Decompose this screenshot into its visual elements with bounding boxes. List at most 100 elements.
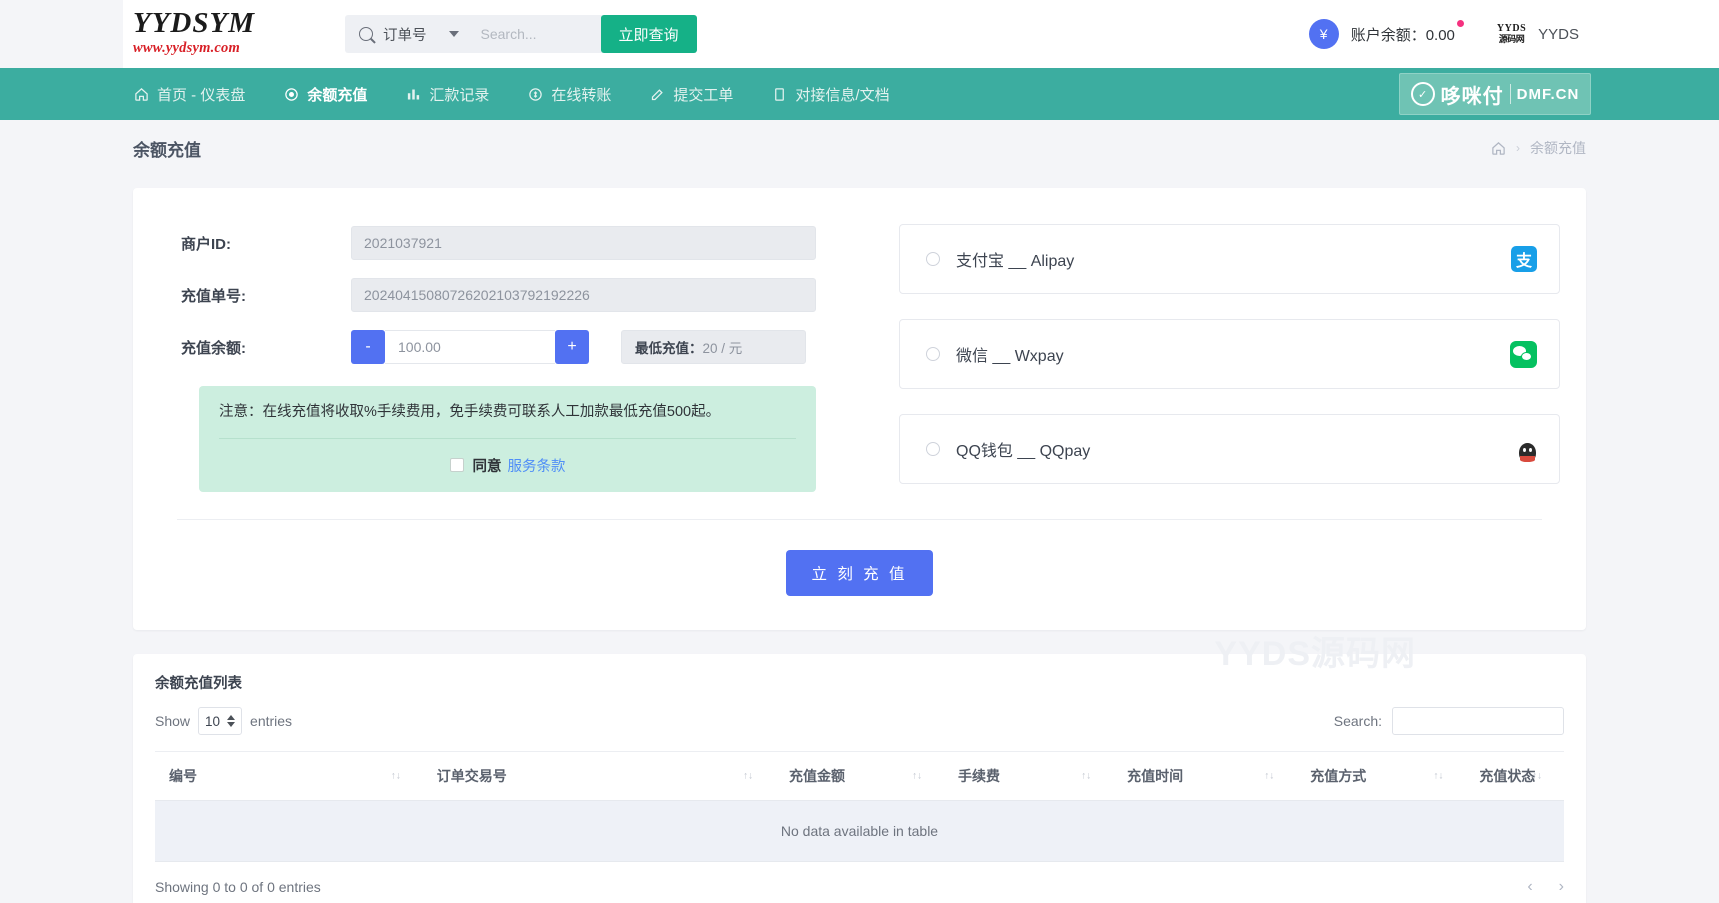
recharge-card-columns: 商户ID: 2021037921 充值单号: 20240415080726202… — [159, 218, 1560, 509]
alipay-icon: 支 — [1511, 246, 1537, 272]
page-length-select[interactable]: 10 — [198, 707, 242, 735]
recharge-form: 商户ID: 2021037921 充值单号: 20240415080726202… — [159, 218, 859, 509]
logo-url: www.yydsym.com — [133, 38, 333, 60]
pagination-prev-button[interactable]: ‹ — [1527, 878, 1532, 896]
amount-increment-button[interactable]: + — [555, 330, 589, 364]
breadcrumb: › 余额充值 — [1491, 138, 1586, 158]
col-method-label: 充值方式 — [1310, 768, 1366, 784]
notice-divider — [219, 438, 796, 439]
main-navigation: 首页 - 仪表盘 余额充值 汇款记录 在线转账 — [0, 68, 1719, 120]
brand-logo-icon: YYDS 源码网 — [1497, 24, 1526, 44]
recharge-table: 编号↑↓ 订单交易号↑↓ 充值金额↑↓ 手续费↑↓ 充值时间↑↓ 充值方式↑↓ … — [155, 751, 1564, 862]
header-right: ¥ 账户余额：0.00 YYDS 源码网 YYDS — [1309, 19, 1719, 49]
table-search-control: Search: — [1334, 707, 1564, 735]
col-amount-label: 充值金额 — [789, 768, 845, 784]
nav-item-ticket[interactable]: 提交工单 — [649, 84, 733, 105]
brand-badge[interactable]: YYDS 源码网 YYDS — [1497, 24, 1579, 44]
target-icon — [283, 86, 299, 102]
top-header: YYDSYM www.yydsym.com 订单号 立即查询 ¥ 账户余额：0.… — [0, 0, 1719, 68]
brand-logo-line1: YYDS — [1497, 24, 1526, 35]
table-info-text: Showing 0 to 0 of 0 entries — [155, 879, 321, 895]
nav-item-remittance[interactable]: 汇款记录 — [405, 84, 489, 105]
sort-icon: ↑↓ — [1532, 771, 1542, 782]
radio-qqpay[interactable] — [926, 442, 940, 456]
promo-banner-dmf[interactable]: ✓ 哆咪付 DMF.CN — [1399, 73, 1591, 115]
nav-item-recharge[interactable]: 余额充值 — [283, 84, 367, 105]
col-trade-no[interactable]: 订单交易号 ↑↓ — [423, 752, 775, 801]
label-amount: 充值余额: — [181, 337, 351, 358]
table-empty-message: No data available in table — [155, 801, 1564, 862]
nav-item-transfer[interactable]: 在线转账 — [527, 84, 611, 105]
nav-items: 首页 - 仪表盘 余额充值 汇款记录 在线转账 — [0, 68, 928, 120]
search-type-value: 订单号 — [383, 24, 427, 45]
page-header: 余额充值 › 余额充值 — [0, 120, 1719, 176]
sort-icon: ↑↓ — [912, 771, 922, 782]
agree-checkbox[interactable] — [450, 458, 464, 472]
brand-name: YYDS — [1538, 26, 1579, 43]
amount-decrement-button[interactable]: - — [351, 330, 385, 364]
account-balance-text: 账户余额：0.00 — [1351, 27, 1455, 44]
col-id[interactable]: 编号↑↓ — [155, 752, 423, 801]
sort-icon: ↑↓ — [1433, 771, 1443, 782]
col-fee[interactable]: 手续费↑↓ — [944, 752, 1113, 801]
sort-icon: ↑↓ — [743, 771, 753, 782]
table-search-input[interactable] — [1392, 707, 1564, 735]
book-icon — [771, 86, 787, 102]
col-amount[interactable]: 充值金额 ↑↓ — [775, 752, 944, 801]
edit-icon — [649, 86, 665, 102]
search-input[interactable] — [467, 15, 602, 53]
wechat-pay-icon — [1510, 341, 1537, 368]
submit-area: 立 刻 充 值 — [159, 550, 1560, 596]
nav-item-dashboard[interactable]: 首页 - 仪表盘 — [133, 84, 245, 105]
breadcrumb-separator: › — [1516, 141, 1520, 155]
page-length-control: Show 10 entries — [155, 707, 292, 735]
recharge-card: YYDS源码网 商户ID: 2021037921 充值单号: 202404150… — [133, 188, 1586, 630]
yen-icon: ¥ — [1309, 19, 1339, 49]
col-method[interactable]: 充值方式 ↑↓ — [1296, 752, 1465, 801]
col-time[interactable]: 充值时间↑↓ — [1113, 752, 1296, 801]
submit-divider — [177, 519, 1542, 520]
payment-option-qqpay[interactable]: QQ钱包 __ QQpay — [899, 414, 1560, 484]
recharge-list-card: 余额充值列表 Show 10 entries Search: 编号↑↓ 订单交易… — [133, 654, 1586, 903]
order-no-field: 20240415080726202103792192226 — [351, 278, 816, 312]
col-status[interactable]: 充值状态↑↓ — [1465, 752, 1564, 801]
payment-option-wxpay[interactable]: 微信 __ Wxpay — [899, 319, 1560, 389]
sort-icon: ↑↓ — [1264, 771, 1274, 782]
col-trade-no-label: 订单交易号 — [437, 768, 507, 784]
row-amount: 充值余额: - + 最低充值：20 / 元 — [181, 330, 859, 364]
min-amount-label: 最低充值： — [635, 337, 703, 357]
amount-input[interactable] — [385, 330, 555, 364]
recharge-submit-button[interactable]: 立 刻 充 值 — [786, 550, 934, 596]
site-logo[interactable]: YYDSYM www.yydsym.com — [123, 9, 333, 60]
search-type-select[interactable]: 订单号 — [345, 15, 467, 53]
nav-label-transfer: 在线转账 — [551, 84, 611, 105]
table-empty-row: No data available in table — [155, 801, 1564, 862]
account-balance[interactable]: ¥ 账户余额：0.00 — [1309, 19, 1455, 49]
notification-dot-icon — [1457, 20, 1464, 27]
page-title: 余额充值 — [133, 136, 201, 161]
nav-item-docs[interactable]: 对接信息/文档 — [771, 84, 889, 105]
label-merchant-id: 商户ID: — [181, 233, 351, 254]
nav-label-docs: 对接信息/文档 — [795, 84, 889, 105]
home-icon — [133, 86, 149, 102]
payment-methods: 支付宝 __ Alipay 支 微信 __ Wxpay QQ钱包 __ QQpa… — [859, 218, 1560, 509]
col-status-label: 充值状态 — [1479, 768, 1535, 784]
payment-option-alipay[interactable]: 支付宝 __ Alipay 支 — [899, 224, 1560, 294]
pagination-next-button[interactable]: › — [1559, 878, 1564, 896]
table-header-row: 编号↑↓ 订单交易号↑↓ 充值金额↑↓ 手续费↑↓ 充值时间↑↓ 充值方式↑↓ … — [155, 752, 1564, 801]
terms-link[interactable]: 服务条款 — [508, 455, 566, 476]
search-submit-button[interactable]: 立即查询 — [601, 15, 697, 53]
header-left-gutter — [0, 0, 123, 68]
radio-wxpay[interactable] — [926, 347, 940, 361]
payment-label-wxpay: 微信 __ Wxpay — [956, 342, 1064, 366]
sort-icon: ↑↓ — [391, 771, 401, 782]
spinner-icon — [227, 715, 235, 727]
merchant-id-field: 2021037921 — [351, 226, 816, 260]
banner-cn-text: 哆咪付 — [1441, 80, 1504, 109]
radio-alipay[interactable] — [926, 252, 940, 266]
show-suffix-label: entries — [250, 713, 292, 729]
nav-label-ticket: 提交工单 — [673, 84, 733, 105]
breadcrumb-home-icon[interactable] — [1491, 141, 1506, 156]
bar-chart-icon — [405, 86, 421, 102]
fee-notice-text: 注意：在线充值将收取%手续费用，免手续费可联系人工加款最低充值500起。 — [219, 402, 796, 424]
